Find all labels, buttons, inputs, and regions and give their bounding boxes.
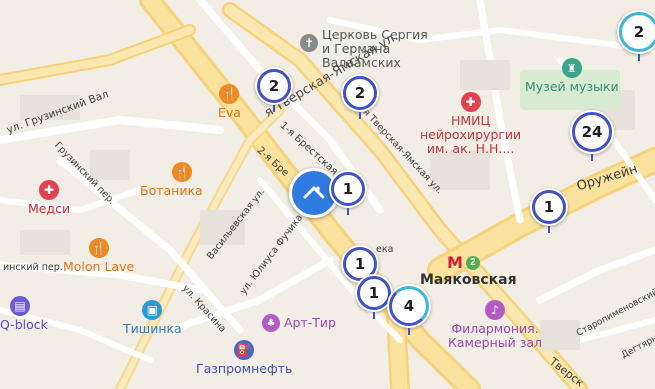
- restaurant-icon: 🍴: [172, 162, 192, 182]
- poi-nmic-line1: НМИЦ: [450, 113, 491, 128]
- poi-eva-label: Eva: [218, 105, 241, 120]
- poi-art-tir[interactable]: ♣ Арт-Тир: [262, 314, 336, 332]
- poi-tishinka-label: Тишинка: [123, 321, 182, 336]
- cluster-count: 2: [268, 77, 280, 95]
- museum-icon: ♜: [561, 58, 582, 78]
- cluster-marker[interactable]: 4: [387, 284, 431, 335]
- poi-church-line2: и Германа: [322, 41, 391, 56]
- cluster-marker[interactable]: 24: [570, 110, 614, 161]
- poi-medsi-label: Медси: [28, 201, 71, 216]
- poi-nmic-line3: им. ак. Н.Н....: [426, 141, 515, 156]
- cluster-marker[interactable]: 1: [329, 170, 367, 215]
- poi-church-line1: Церковь Сергия: [322, 27, 428, 42]
- map-canvas[interactable]: я Тверская-Ямская ул. 1-я Тверская-Ямска…: [0, 0, 655, 389]
- poi-filarmonia-line2: Камерный зал: [448, 335, 543, 350]
- home-icon: [303, 186, 325, 199]
- cluster-count: 2: [633, 23, 645, 41]
- cluster-count: 1: [354, 255, 366, 273]
- metro-station-label: Маяковская: [420, 272, 517, 288]
- cluster-count: 1: [543, 198, 555, 216]
- cluster-count: 4: [403, 297, 415, 315]
- poi-eva[interactable]: 🍴 Eva: [218, 84, 241, 120]
- fuel-icon: ⛽: [234, 340, 255, 360]
- street-label: инский пер.: [3, 262, 63, 273]
- sport-icon: ▤: [10, 296, 30, 316]
- metro-icon: M: [447, 253, 463, 272]
- poi-church[interactable]: ✝ Церковь Сергия и Германа Валаамских: [300, 28, 428, 70]
- poi-nmic-line2: нейрохирургии: [420, 127, 522, 142]
- poi-molon-lave[interactable]: 🍴 Molon Lave: [63, 238, 134, 274]
- restaurant-icon: 🍴: [88, 238, 109, 258]
- poi-filarmonia[interactable]: ♪ Филармония. Камерный зал: [448, 300, 542, 350]
- cluster-count: 24: [581, 123, 603, 141]
- culture-icon: ♣: [262, 314, 280, 332]
- cluster-marker[interactable]: 2: [255, 67, 293, 112]
- poi-medsi[interactable]: ✚ Медси: [28, 180, 70, 216]
- poi-botanika-label: Ботаника: [140, 183, 203, 198]
- poi-gazprom-label: Газпромнефть: [196, 361, 293, 376]
- metro-line-badge: 2: [465, 255, 480, 270]
- cluster-count: 1: [368, 284, 380, 302]
- poi-molon-label: Molon Lave: [63, 259, 135, 274]
- poi-music-museum[interactable]: ♜ Музей музыки: [525, 58, 619, 94]
- church-icon: ✝: [300, 34, 318, 52]
- cluster-count: 2: [354, 84, 366, 102]
- cluster-count: 1: [342, 180, 354, 198]
- poi-arttir-label: Арт-Тир: [284, 315, 336, 330]
- shopping-icon: ▣: [142, 300, 163, 320]
- poi-qblock[interactable]: ▤ Q-block: [0, 296, 48, 332]
- medical-icon: ✚: [39, 180, 60, 200]
- music-icon: ♪: [485, 300, 506, 320]
- poi-music-label: Музей музыки: [525, 79, 619, 94]
- cluster-marker[interactable]: 2: [341, 74, 379, 119]
- restaurant-icon: 🍴: [219, 84, 240, 104]
- poi-filarmonia-line1: Филармония.: [451, 321, 539, 336]
- cluster-marker[interactable]: 2: [617, 10, 655, 61]
- poi-gazpromneft[interactable]: ⛽ Газпромнефть: [196, 340, 292, 376]
- poi-botanika[interactable]: 🍴 Ботаника: [140, 162, 203, 198]
- poi-church-line3: Валаамских: [322, 55, 401, 70]
- hospital-icon: ✚: [460, 92, 481, 112]
- poi-qblock-label: Q-block: [0, 317, 48, 332]
- metro-station[interactable]: M 2: [447, 253, 480, 272]
- cluster-marker[interactable]: 1: [530, 188, 568, 233]
- street-label: ека: [376, 244, 394, 255]
- poi-tishinka[interactable]: ▣ Тишинка: [123, 300, 182, 336]
- poi-nmic[interactable]: ✚ НМИЦ нейрохирургии им. ак. Н.Н....: [420, 92, 521, 156]
